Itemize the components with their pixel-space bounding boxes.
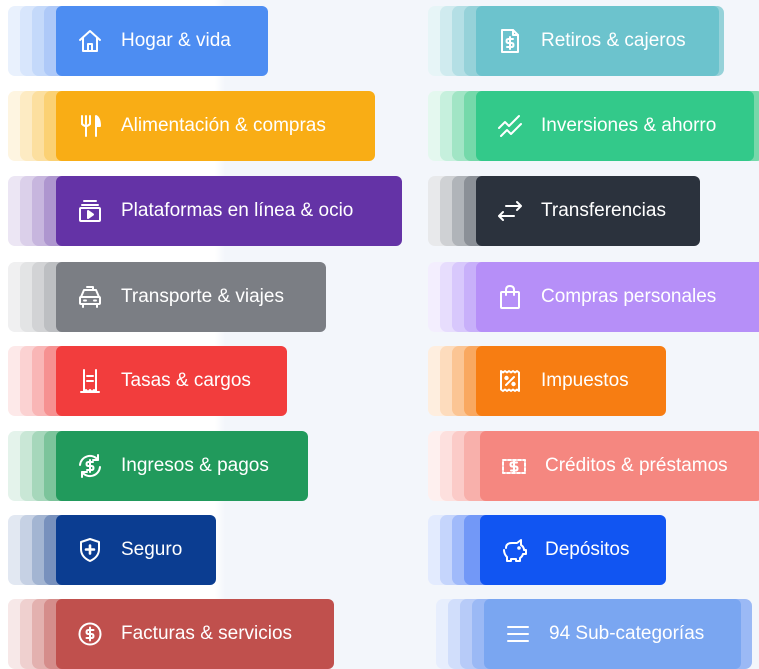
category-chip[interactable]: Transporte & viajes <box>56 262 326 332</box>
category-label: Retiros & cajeros <box>541 30 686 51</box>
category-chip[interactable]: Compras personales <box>476 262 759 332</box>
banknote-icon <box>499 451 529 481</box>
category-label: Tasas & cargos <box>121 370 251 391</box>
shopping-bag-icon <box>495 282 525 312</box>
money-cycle-icon <box>75 451 105 481</box>
category-chip[interactable]: Impuestos <box>476 346 666 416</box>
category-label: 94 Sub-categorías <box>549 623 705 644</box>
category-chip[interactable]: Inversiones & ahorro <box>476 91 754 161</box>
category-label: Plataformas en línea & ocio <box>121 200 354 221</box>
dollar-document-icon <box>495 26 525 56</box>
category-chip[interactable]: Retiros & cajeros <box>476 6 719 76</box>
fork-knife-icon <box>75 111 105 141</box>
category-label: Hogar & vida <box>121 30 231 51</box>
category-chip[interactable]: Alimentación & compras <box>56 91 375 161</box>
house-icon <box>75 26 105 56</box>
category-label: Compras personales <box>541 286 717 307</box>
taxi-icon <box>75 282 105 312</box>
category-chip[interactable]: Depósitos <box>480 515 666 585</box>
category-label: Ingresos & pagos <box>121 455 269 476</box>
category-label: Transporte & viajes <box>121 286 284 307</box>
category-label: Inversiones & ahorro <box>541 115 717 136</box>
category-label: Depósitos <box>545 539 630 560</box>
category-chip[interactable]: Hogar & vida <box>56 6 268 76</box>
piggy-bank-icon <box>499 535 529 565</box>
sub-categories-button[interactable]: 94 Sub-categorías <box>484 599 741 669</box>
shield-plus-icon <box>75 535 105 565</box>
swap-arrows-icon <box>495 196 525 226</box>
category-chip[interactable]: Transferencias <box>476 176 700 246</box>
category-chip[interactable]: Facturas & servicios <box>56 599 334 669</box>
category-label: Transferencias <box>541 200 666 221</box>
dollar-circle-icon <box>75 619 105 649</box>
category-label: Alimentación & compras <box>121 115 326 136</box>
category-label: Impuestos <box>541 370 629 391</box>
category-chip[interactable]: Seguro <box>56 515 216 585</box>
category-label: Seguro <box>121 539 183 560</box>
tv-play-icon <box>75 196 105 226</box>
percent-stamp-icon <box>495 366 525 396</box>
category-chip[interactable]: Plataformas en línea & ocio <box>56 176 402 246</box>
category-chip[interactable]: Créditos & préstamos <box>480 431 759 501</box>
menu-lines-icon <box>503 619 533 649</box>
category-chip[interactable]: Tasas & cargos <box>56 346 287 416</box>
category-label: Facturas & servicios <box>121 623 293 644</box>
trend-lines-icon <box>495 111 525 141</box>
category-chip[interactable]: Ingresos & pagos <box>56 431 308 501</box>
category-label: Créditos & préstamos <box>545 455 728 476</box>
receipt-icon <box>75 366 105 396</box>
